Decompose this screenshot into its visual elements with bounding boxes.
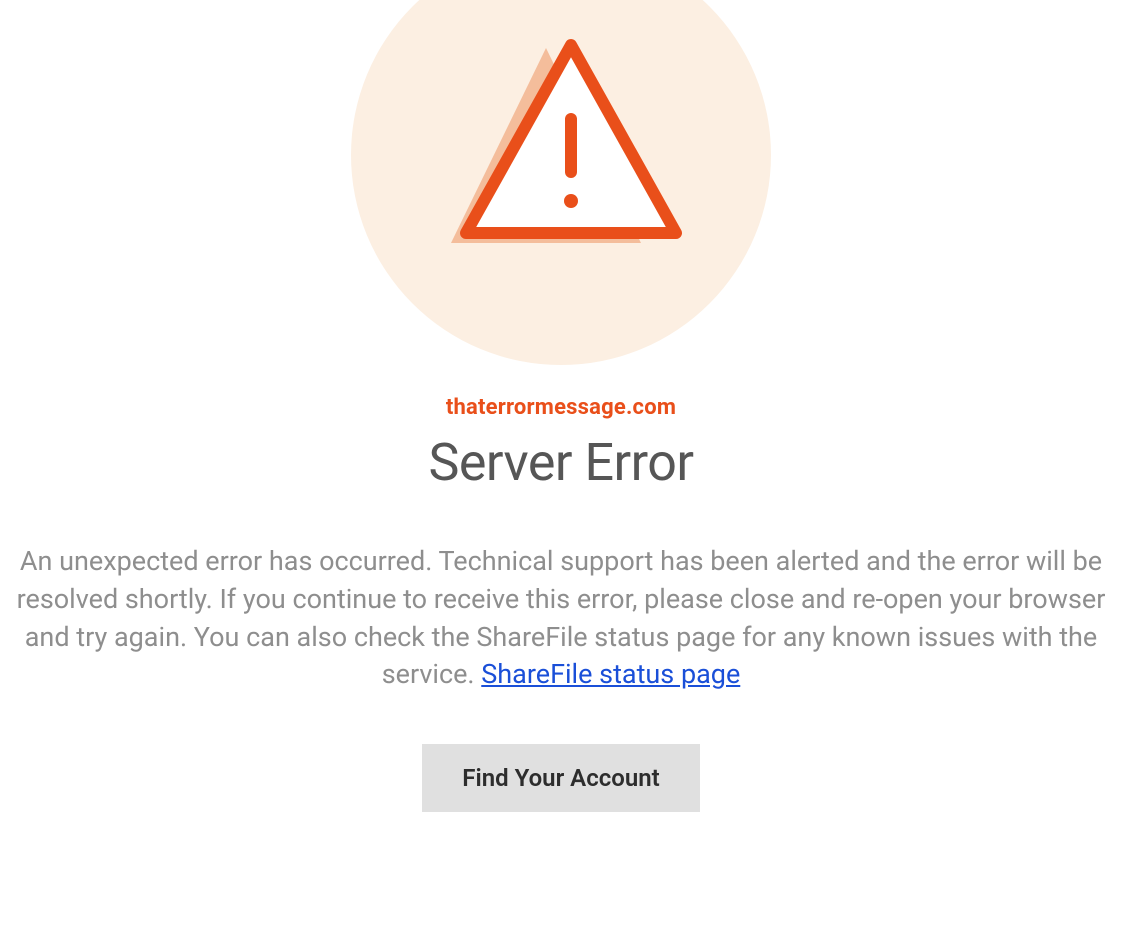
page-title: Server Error <box>428 432 693 493</box>
warning-triangle-icon <box>431 33 691 263</box>
status-page-link[interactable]: ShareFile status page <box>481 658 740 690</box>
warning-illustration <box>351 0 771 365</box>
watermark-text: thaterrormessage.com <box>446 395 676 420</box>
error-description: An unexpected error has occurred. Techni… <box>6 543 1116 694</box>
find-account-button[interactable]: Find Your Account <box>422 744 699 812</box>
